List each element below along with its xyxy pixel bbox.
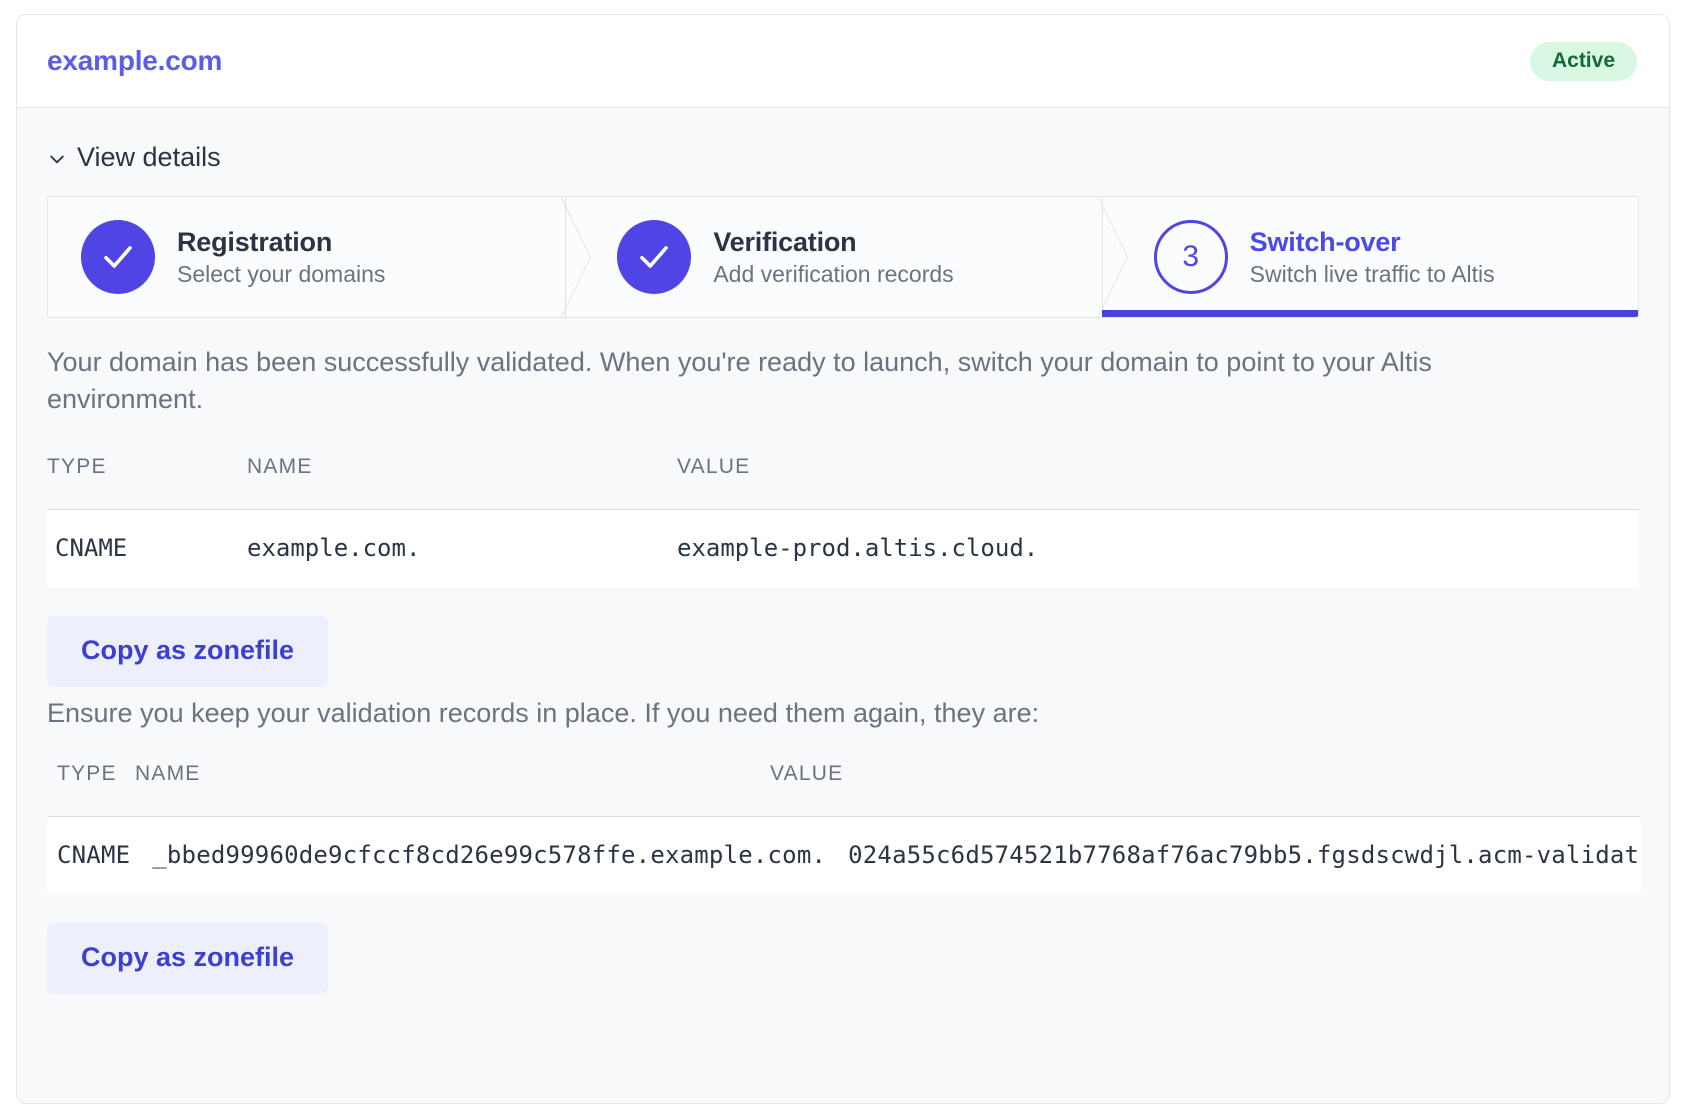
- cell-value: example-prod.altis.cloud.: [677, 509, 1639, 588]
- domain-title[interactable]: example.com: [47, 47, 222, 75]
- column-header-value: VALUE: [677, 455, 1639, 510]
- column-header-name: NAME: [247, 455, 677, 510]
- step-verification[interactable]: Verification Add verification records: [565, 197, 1101, 317]
- column-header-value: VALUE: [770, 762, 843, 786]
- validation-records-table: TYPE NAME VALUE CNAME _bbed99960de9cfccf8…: [47, 762, 1641, 895]
- step-title: Verification: [713, 228, 953, 256]
- intro-text: Your domain has been successfully valida…: [47, 344, 1587, 419]
- card-header: example.com Active: [17, 15, 1669, 108]
- chevron-down-icon: [47, 149, 67, 169]
- progress-stepper: Registration Select your domains Verific…: [47, 196, 1639, 318]
- domain-card: example.com Active View details: [16, 14, 1670, 1104]
- column-header-type: TYPE: [47, 762, 135, 786]
- column-header-name: NAME: [135, 762, 770, 786]
- cell-value: 024a55c6d574521b7768af76ac79bb5.fgsdscwd…: [848, 841, 1641, 869]
- status-badge: Active: [1530, 42, 1637, 81]
- step-title: Registration: [177, 228, 385, 256]
- view-details-label: View details: [77, 142, 221, 173]
- step-subtitle: Add verification records: [713, 262, 953, 286]
- copy-as-zonefile-button-validation[interactable]: Copy as zonefile: [47, 923, 328, 994]
- page-root: example.com Active View details: [0, 0, 1686, 1120]
- copy-as-zonefile-button-switchover[interactable]: Copy as zonefile: [47, 616, 328, 687]
- check-icon: [81, 220, 155, 294]
- step-separator-icon: [565, 197, 591, 317]
- column-header-type: TYPE: [47, 455, 247, 510]
- table-header-row: TYPE NAME VALUE: [47, 762, 1641, 817]
- step-title: Switch-over: [1250, 228, 1495, 256]
- step-subtitle: Switch live traffic to Altis: [1250, 262, 1495, 286]
- cell-type: CNAME: [47, 509, 247, 588]
- cell-type: CNAME: [57, 841, 130, 869]
- switchover-records-table: TYPE NAME VALUE CNAME example.com. examp…: [47, 455, 1639, 588]
- table-row: CNAME example.com. example-prod.altis.cl…: [47, 509, 1639, 588]
- cell-name: example.com.: [247, 509, 677, 588]
- check-icon: [617, 220, 691, 294]
- view-details-toggle[interactable]: View details: [47, 142, 221, 173]
- step-switch-over[interactable]: 3 Switch-over Switch live traffic to Alt…: [1102, 197, 1638, 317]
- card-body: View details Registration Select your do…: [17, 108, 1669, 1103]
- cell-name: _bbed99960de9cfccf8cd26e99c578ffe.exampl…: [152, 841, 826, 869]
- step-number-badge: 3: [1154, 220, 1228, 294]
- step-subtitle: Select your domains: [177, 262, 385, 286]
- validation-note-text: Ensure you keep your validation records …: [47, 695, 1587, 732]
- table-row: CNAME _bbed99960de9cfccf8cd26e99c578ffe.e…: [47, 817, 1641, 895]
- step-registration[interactable]: Registration Select your domains: [48, 197, 565, 317]
- step-separator-icon: [1102, 197, 1128, 317]
- table-header-row: TYPE NAME VALUE: [47, 455, 1639, 510]
